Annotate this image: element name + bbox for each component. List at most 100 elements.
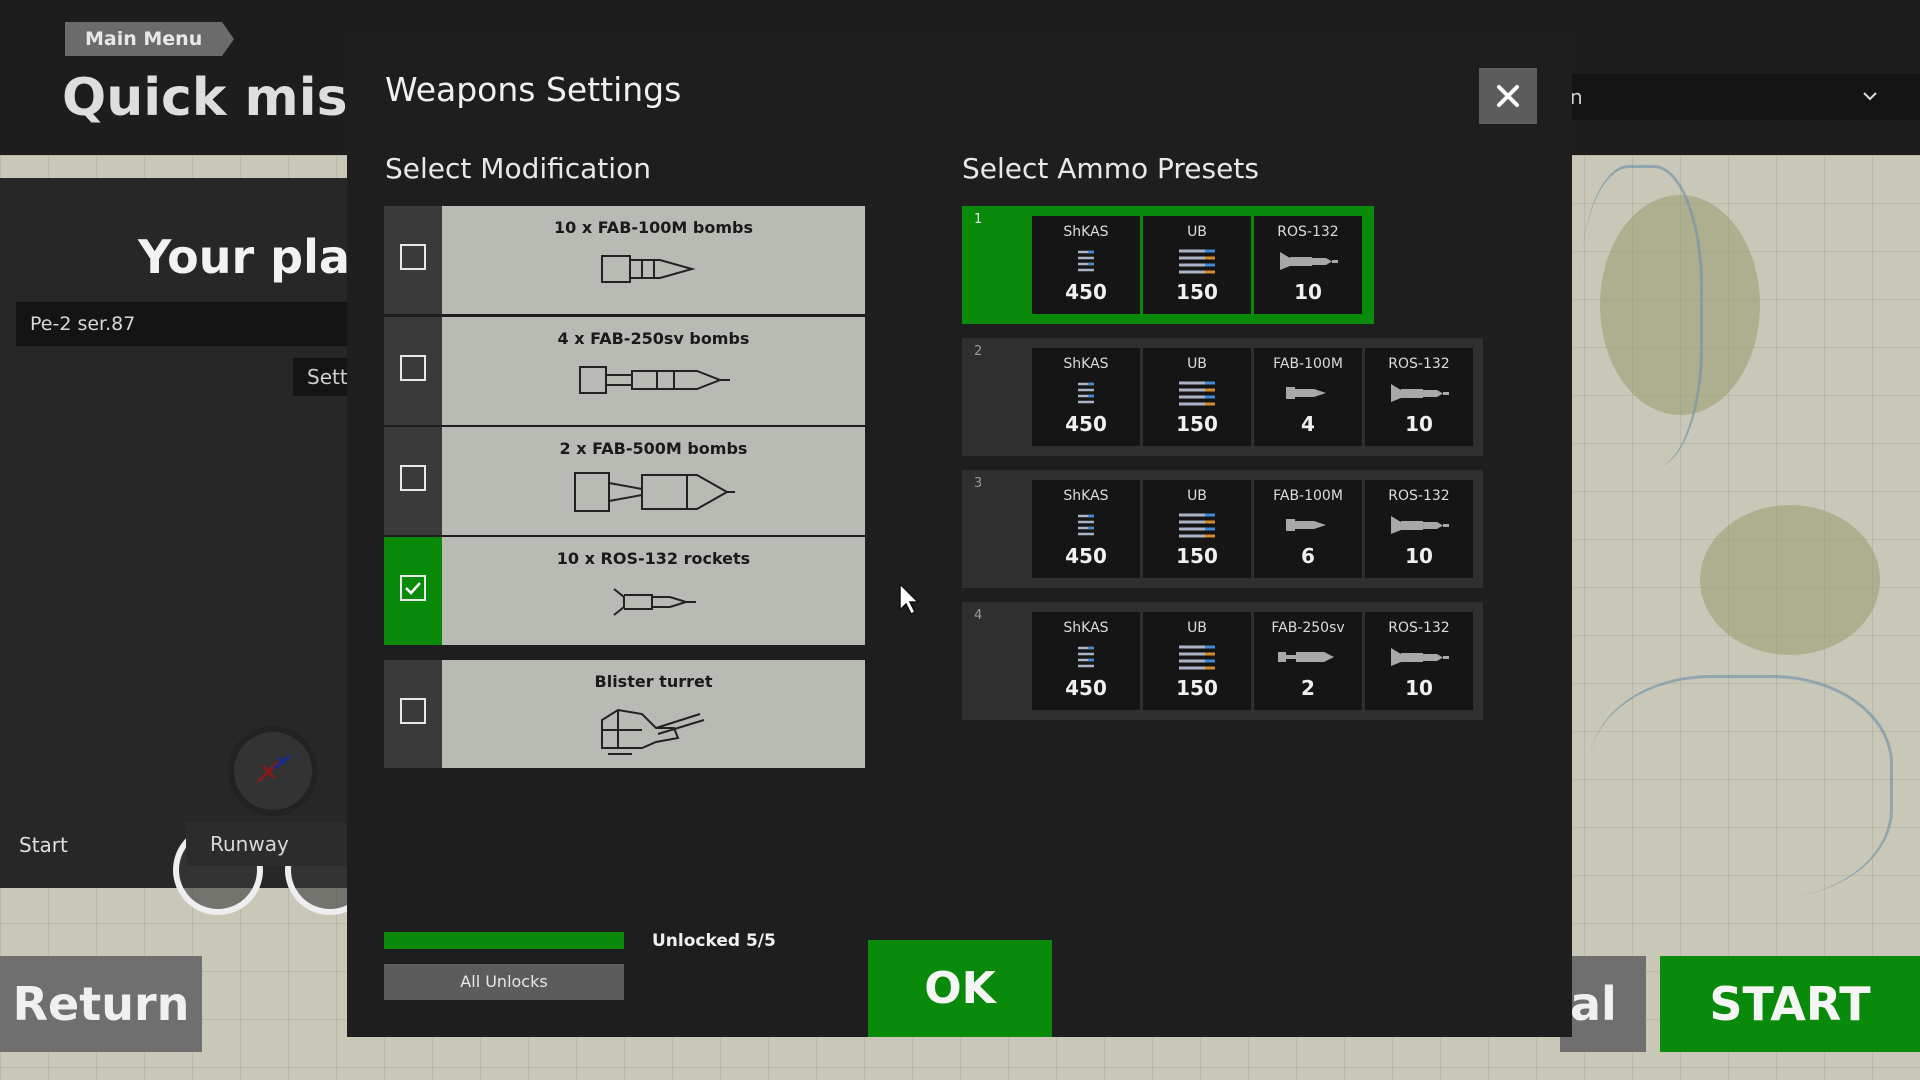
modification-checkbox-cell[interactable]	[384, 427, 442, 535]
map-river	[1580, 165, 1703, 468]
ammo-slot: ROS-132 10	[1365, 612, 1473, 710]
ammo-slot-name: ROS-132	[1388, 488, 1450, 504]
mission-dropdown[interactable]: n	[1570, 74, 1920, 120]
ok-button[interactable]: OK	[868, 940, 1052, 1037]
ammo-slot-name: ROS-132	[1388, 620, 1450, 636]
rocket-icon	[1391, 648, 1449, 666]
aircraft-marker[interactable]	[228, 726, 318, 816]
modification-row-selected[interactable]: 10 x ROS-132 rockets	[384, 537, 865, 645]
ammo-belt-large-icon	[1179, 513, 1215, 538]
modification-heading: Select Modification	[385, 152, 651, 185]
close-button[interactable]	[1479, 68, 1537, 124]
ammo-slot: ROS-132 10	[1365, 480, 1473, 578]
modification-card[interactable]: Blister turret	[442, 660, 865, 768]
ammo-preset[interactable]: 4 ShKAS 450 UB 150 FAB-250sv 2 ROS-132 1…	[962, 602, 1483, 720]
chevron-down-icon	[1863, 92, 1877, 101]
modification-label: 2 x FAB-500M bombs	[559, 439, 748, 458]
ammo-preset[interactable]: 2 ShKAS 450 UB 150 FAB-100M 4 ROS-132 10	[962, 338, 1483, 456]
ammo-slot-name: ShKAS	[1063, 620, 1109, 636]
mouse-cursor-icon	[899, 582, 920, 616]
bomb-large-icon	[574, 472, 735, 512]
ammo-slot: FAB-100M 6	[1254, 480, 1362, 578]
checkmark-icon	[405, 582, 421, 595]
ammo-slot: UB 150	[1143, 612, 1251, 710]
ammo-slot-count: 2	[1301, 676, 1315, 700]
dialog-title: Weapons Settings	[385, 70, 682, 109]
ammo-slot: ShKAS 450	[1032, 216, 1140, 314]
ammo-slot-name: UB	[1187, 224, 1207, 240]
modification-row[interactable]: 4 x FAB-250sv bombs	[384, 317, 865, 425]
unlock-progress-fill	[384, 932, 624, 949]
plane-select[interactable]: Pe-2 ser.87	[16, 302, 352, 346]
modification-row[interactable]: 2 x FAB-500M bombs	[384, 427, 865, 535]
ammo-preset[interactable]: 3 ShKAS 450 UB 150 FAB-100M 6 ROS-132 10	[962, 470, 1483, 588]
modification-label: 10 x ROS-132 rockets	[556, 549, 751, 568]
ammo-slot-count: 150	[1176, 412, 1218, 436]
ammo-belt-large-icon	[1179, 249, 1215, 274]
modification-row[interactable]: Blister turret	[384, 660, 865, 768]
weapons-settings-dialog: Weapons Settings Select Modification Sel…	[347, 32, 1572, 1037]
modification-card[interactable]: 2 x FAB-500M bombs	[442, 427, 865, 535]
ammo-slot-count: 150	[1176, 544, 1218, 568]
checkbox[interactable]	[400, 465, 426, 491]
modification-label: 10 x FAB-100M bombs	[553, 218, 754, 237]
bomb-long-icon	[1278, 652, 1334, 662]
bomb-long-icon	[579, 366, 730, 394]
ammo-slot-count: 10	[1405, 412, 1433, 436]
ammo-slot-count: 150	[1176, 280, 1218, 304]
modification-row[interactable]: 10 x FAB-100M bombs	[384, 206, 865, 314]
ammo-slot-count: 6	[1301, 544, 1315, 568]
rocket-icon	[613, 588, 696, 616]
checkbox[interactable]	[400, 355, 426, 381]
modification-card[interactable]: 4 x FAB-250sv bombs	[442, 317, 865, 425]
bomb-icon	[1286, 519, 1326, 531]
ammo-slot: UB 150	[1143, 348, 1251, 446]
ammo-slot: FAB-250sv 2	[1254, 612, 1362, 710]
ammo-slot: ShKAS 450	[1032, 480, 1140, 578]
breadcrumb-main-menu[interactable]: Main Menu	[65, 22, 235, 56]
start-button[interactable]: START	[1660, 956, 1920, 1052]
ammo-belt-icon	[1078, 250, 1094, 272]
ammo-slot-count: 450	[1065, 280, 1107, 304]
ammo-slot-count: 10	[1405, 544, 1433, 568]
preset-number: 3	[974, 476, 983, 491]
modification-checkbox-cell[interactable]	[384, 317, 442, 425]
checkbox[interactable]	[400, 244, 426, 270]
ammo-slot-name: ShKAS	[1063, 356, 1109, 372]
ammo-slot-count: 150	[1176, 676, 1218, 700]
modification-card[interactable]: 10 x FAB-100M bombs	[442, 206, 865, 314]
runway-select[interactable]: Runway	[186, 822, 352, 866]
checkbox[interactable]	[400, 698, 426, 724]
ammo-slot: UB 150	[1143, 480, 1251, 578]
ammo-preset-selected[interactable]: 1 ShKAS 450 UB 150 ROS-132 10	[962, 206, 1374, 324]
ammo-belt-icon	[1078, 514, 1094, 536]
preset-number: 4	[974, 608, 983, 623]
ammo-slot-count: 10	[1405, 676, 1433, 700]
ammo-slot-name: FAB-250sv	[1271, 620, 1345, 636]
ammo-slot-count: 450	[1065, 544, 1107, 568]
rocket-icon	[1391, 516, 1449, 534]
ammo-slot-count: 450	[1065, 676, 1107, 700]
ammo-slot-name: FAB-100M	[1273, 356, 1343, 372]
bomb-small-icon	[601, 255, 696, 283]
presets-heading: Select Ammo Presets	[962, 152, 1259, 185]
return-button[interactable]: Return	[0, 956, 202, 1052]
modification-checkbox-cell[interactable]	[384, 206, 442, 314]
start-label: Start	[19, 833, 68, 857]
modification-checkbox-cell[interactable]	[384, 537, 442, 645]
plane-icon	[256, 754, 291, 784]
ammo-belt-icon	[1078, 646, 1094, 668]
ammo-slot-name: FAB-100M	[1273, 488, 1343, 504]
modification-checkbox-cell[interactable]	[384, 660, 442, 768]
partial-button[interactable]: al	[1560, 956, 1646, 1052]
bomb-icon	[1286, 387, 1326, 399]
ammo-slot-count: 450	[1065, 412, 1107, 436]
all-unlocks-button[interactable]: All Unlocks	[384, 964, 624, 1000]
ammo-slot-name: ROS-132	[1388, 356, 1450, 372]
ammo-slot-name: ROS-132	[1277, 224, 1339, 240]
checkbox-checked[interactable]	[400, 575, 426, 601]
modification-card[interactable]: 10 x ROS-132 rockets	[442, 537, 865, 645]
map-river	[1590, 675, 1893, 898]
ammo-belt-icon	[1078, 382, 1094, 404]
settings-button[interactable]: Sett	[293, 358, 353, 396]
